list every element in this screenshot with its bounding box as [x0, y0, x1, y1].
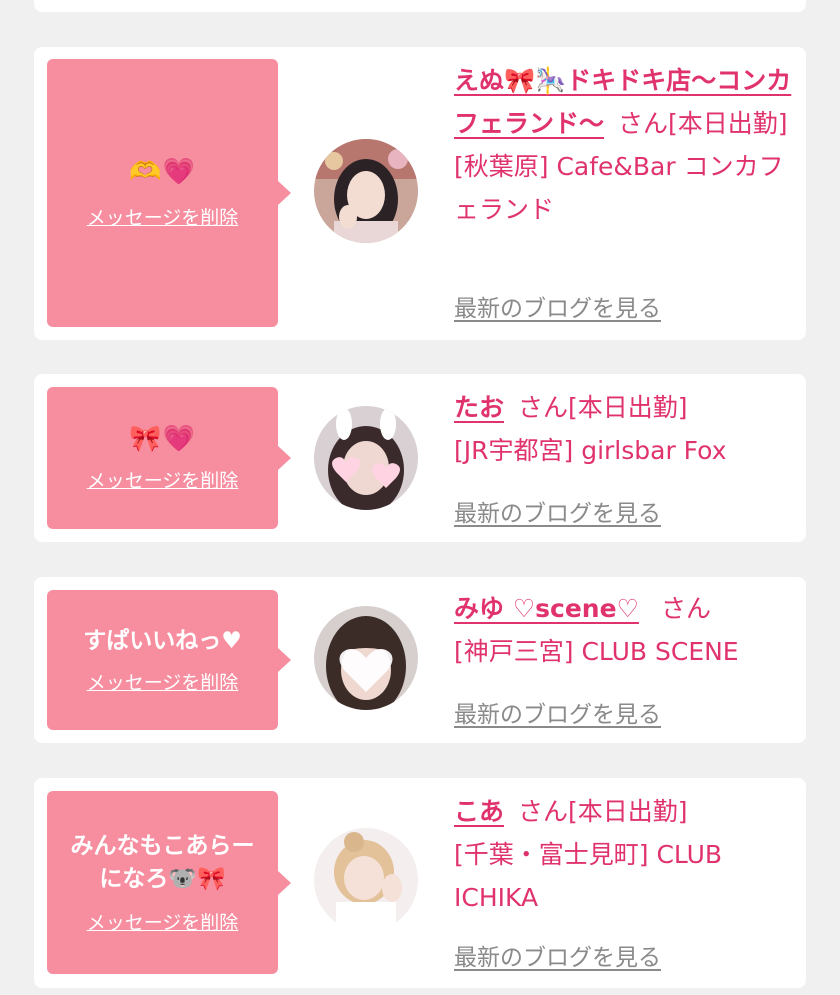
message-list-page: 🫶💗 メッセージを削除 えぬ🎀🎠ドキドキ店〜コンカフェランド〜 さん[本日出勤] …: [0, 0, 840, 995]
message-card: すぱいいねっ♥ メッセージを削除 みゆ ♡scene♡ さん [神戸三宮] CLU…: [34, 577, 806, 743]
avatar[interactable]: [314, 139, 418, 243]
message-card: 🎀💗 メッセージを削除 たお さん[本日出勤] [JR宇都宮] girlsbar …: [34, 374, 806, 542]
message-text: 🎀💗: [129, 424, 196, 454]
cast-name-link[interactable]: みゆ ♡scene♡: [454, 594, 639, 623]
avatar-photo: [314, 606, 418, 710]
message-text: すぱいいねっ♥: [83, 628, 242, 654]
honorific: さん: [518, 393, 569, 422]
blog-link[interactable]: 最新のブログを見る: [454, 494, 661, 528]
delete-message-link[interactable]: メッセージを削除: [87, 203, 239, 230]
shop-label: [秋葉原] Cafe&Bar コンカフェランド: [454, 152, 784, 224]
message-text: みんなもこあらーになろ🐨🎀: [70, 833, 255, 892]
message-card: みんなもこあらーになろ🐨🎀 メッセージを削除 こあ さん[本日出勤] [千葉・富士…: [34, 778, 806, 988]
blog-link[interactable]: 最新のブログを見る: [454, 695, 661, 729]
status-label: [本日出勤]: [568, 797, 688, 826]
cast-info: みゆ ♡scene♡ さん [神戸三宮] CLUB SCENE: [454, 587, 794, 673]
blog-link[interactable]: 最新のブログを見る: [454, 938, 661, 972]
cast-info: こあ さん[本日出勤] [千葉・富士見町] CLUB ICHIKA: [454, 790, 794, 919]
avatar-photo: [314, 139, 418, 243]
avatar[interactable]: [314, 828, 418, 932]
shop-label: [JR宇都宮] girlsbar Fox: [454, 436, 727, 465]
message-bubble: みんなもこあらーになろ🐨🎀 メッセージを削除: [47, 791, 291, 974]
cast-info: たお さん[本日出勤] [JR宇都宮] girlsbar Fox: [454, 386, 794, 472]
honorific: さん: [660, 594, 711, 623]
message-bubble: 🫶💗 メッセージを削除: [47, 59, 291, 327]
avatar-photo: [314, 828, 418, 932]
message-card: 🫶💗 メッセージを削除 えぬ🎀🎠ドキドキ店〜コンカフェランド〜 さん[本日出勤] …: [34, 47, 806, 340]
status-label: [本日出勤]: [568, 393, 688, 422]
delete-message-link[interactable]: メッセージを削除: [87, 466, 239, 493]
honorific: さん: [518, 797, 569, 826]
cast-info: えぬ🎀🎠ドキドキ店〜コンカフェランド〜 さん[本日出勤] [秋葉原] Cafe&B…: [454, 59, 794, 231]
avatar[interactable]: [314, 606, 418, 710]
shop-label: [千葉・富士見町] CLUB ICHIKA: [454, 840, 723, 912]
avatar-photo: [314, 406, 418, 510]
message-bubble: すぱいいねっ♥ メッセージを削除: [47, 590, 291, 730]
status-label: [本日出勤]: [668, 109, 788, 138]
delete-message-link[interactable]: メッセージを削除: [87, 908, 239, 935]
cast-name-link[interactable]: たお: [454, 393, 504, 422]
delete-message-link[interactable]: メッセージを削除: [87, 668, 239, 695]
blog-link[interactable]: 最新のブログを見る: [454, 289, 661, 323]
message-text: 🫶💗: [129, 157, 196, 187]
cast-name-link[interactable]: こあ: [454, 797, 504, 826]
shop-label: [神戸三宮] CLUB SCENE: [454, 637, 739, 666]
previous-card-edge: [34, 0, 806, 12]
avatar[interactable]: [314, 406, 418, 510]
honorific: さん: [618, 109, 669, 138]
message-bubble: 🎀💗 メッセージを削除: [47, 387, 291, 529]
